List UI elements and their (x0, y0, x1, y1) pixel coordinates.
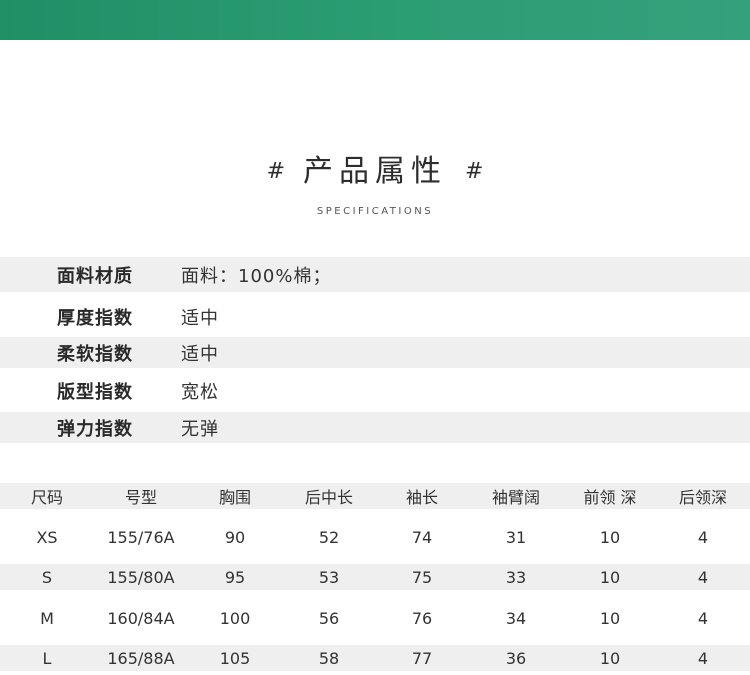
spec-value: 适中 (181, 343, 219, 365)
table-cell: 76 (411, 608, 433, 628)
top-banner (0, 0, 750, 40)
header-cell: 后中长 (304, 488, 353, 507)
table-cell: 105 (219, 648, 251, 668)
table-row: M 160/84A 100 56 76 34 10 4 (0, 605, 750, 631)
table-row: L 165/88A 105 58 77 36 10 4 (0, 645, 750, 671)
header-cell: 号型 (124, 488, 157, 507)
spec-value: 宽松 (181, 381, 219, 403)
table-cell: 56 (318, 608, 340, 628)
size-table-header: 尺码 号型 胸围 后中长 袖长 袖臂阔 前领 深 后领深 (0, 483, 750, 509)
header-cell: 尺码 (30, 488, 63, 507)
table-cell: 165/88A (107, 648, 175, 668)
table-cell: 75 (411, 567, 433, 587)
table-cell: 100 (219, 608, 251, 628)
table-cell: M (40, 608, 54, 628)
spec-label: 弹力指数 (57, 418, 133, 440)
title-text: 产品属性 (303, 154, 447, 189)
spec-row-elasticity: 弹力指数 无弹 (0, 412, 750, 443)
table-cell: XS (36, 527, 58, 547)
table-row: XS 155/76A 90 52 74 31 10 4 (0, 524, 750, 550)
table-cell: L (42, 648, 52, 668)
table-cell: 10 (599, 608, 621, 628)
spec-label: 厚度指数 (57, 307, 133, 329)
table-cell: 155/80A (107, 567, 175, 587)
table-cell: 160/84A (107, 608, 175, 628)
spec-row-thickness: 厚度指数 适中 (0, 299, 750, 334)
table-cell: 36 (505, 648, 527, 668)
table-cell: 10 (599, 567, 621, 587)
table-cell: 4 (697, 567, 709, 587)
table-cell: 90 (224, 527, 246, 547)
header-cell: 胸围 (218, 488, 251, 507)
spec-label: 面料材质 (57, 265, 133, 287)
spec-value: 无弹 (181, 418, 219, 440)
table-cell: 10 (599, 527, 621, 547)
spec-row-fabric: 面料材质 面料：100%棉； (0, 257, 750, 292)
table-cell: 53 (318, 567, 340, 587)
table-row: S 155/80A 95 53 75 33 10 4 (0, 564, 750, 590)
table-cell: 34 (505, 608, 527, 628)
title-block: # 产品属性 # (0, 150, 750, 194)
table-cell: 95 (224, 567, 246, 587)
page-subtitle: SPECIFICATIONS (316, 206, 434, 217)
table-cell: 4 (697, 608, 709, 628)
table-cell: 31 (505, 527, 527, 547)
table-cell: 4 (697, 527, 709, 547)
table-cell: 33 (505, 567, 527, 587)
spec-label: 版型指数 (57, 381, 133, 403)
spec-value: 适中 (181, 307, 219, 329)
hash-mark-left: # (266, 159, 285, 184)
table-cell: 52 (318, 527, 340, 547)
table-cell: 58 (318, 648, 340, 668)
header-cell: 后领深 (678, 488, 727, 507)
header-cell: 前领 深 (583, 488, 637, 507)
table-cell: 10 (599, 648, 621, 668)
table-cell: 4 (697, 648, 709, 668)
table-cell: S (41, 567, 53, 587)
header-cell: 袖长 (405, 488, 438, 507)
spec-row-softness: 柔软指数 适中 (0, 337, 750, 368)
page-title: # 产品属性 # (267, 150, 484, 194)
spec-label: 柔软指数 (57, 343, 133, 365)
spec-row-fit: 版型指数 宽松 (0, 373, 750, 408)
spec-value: 面料：100%棉； (181, 265, 332, 287)
hash-mark-right: # (465, 159, 484, 184)
table-cell: 74 (411, 527, 433, 547)
table-cell: 77 (411, 648, 433, 668)
table-cell: 155/76A (107, 527, 175, 547)
header-cell: 袖臂阔 (491, 488, 540, 507)
